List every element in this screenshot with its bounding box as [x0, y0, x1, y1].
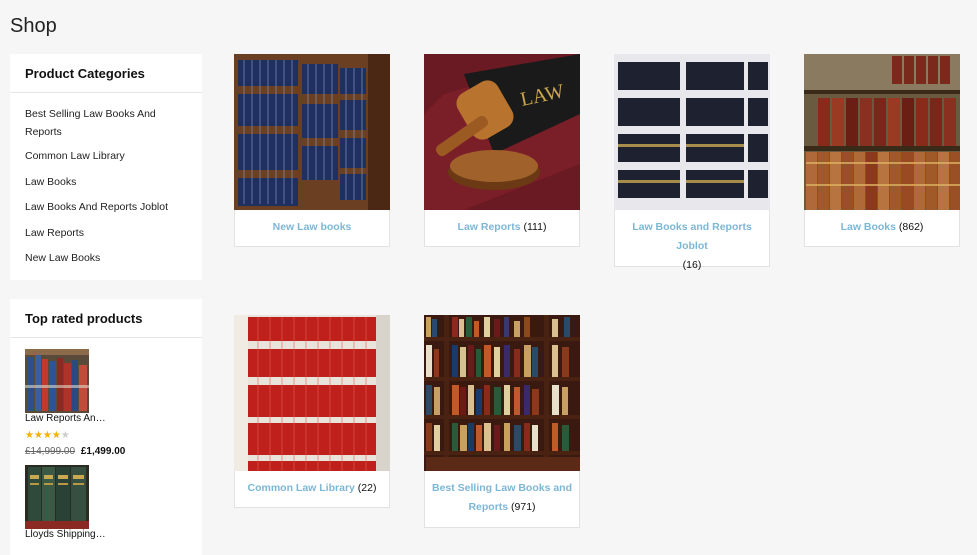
product-name[interactable]: Lloyds Shipping…	[25, 529, 202, 541]
category-count: (111)	[523, 221, 547, 233]
product-name[interactable]: Law Reports An…	[25, 413, 202, 425]
category-image[interactable]	[614, 54, 770, 210]
category-link-joblot[interactable]: Law Books And Reports Joblot	[25, 198, 187, 216]
category-count: (16)	[682, 259, 702, 271]
category-image[interactable]	[424, 315, 580, 471]
category-count: (862)	[898, 221, 924, 233]
category-card-common-law-library[interactable]: Common Law Library (22)	[234, 315, 390, 508]
category-link-new-law-books[interactable]: New Law Books	[25, 249, 187, 267]
category-caption[interactable]: Best Selling Law Books and Reports (971)	[425, 471, 579, 525]
top-rated-title: Top rated products	[10, 299, 202, 338]
category-name[interactable]: Common Law Library	[248, 482, 355, 494]
top-rated-widget: Top rated products Law Reports An… ★★★★★…	[10, 299, 202, 555]
category-name[interactable]: Law Reports	[458, 221, 521, 233]
category-caption[interactable]: Law Reports (111)	[425, 210, 579, 245]
category-card-best-selling[interactable]: Best Selling Law Books and Reports (971)	[424, 315, 580, 528]
category-image[interactable]	[234, 315, 390, 471]
category-link-law-reports[interactable]: Law Reports	[25, 224, 187, 242]
product-categories-title: Product Categories	[10, 54, 202, 93]
category-image[interactable]	[234, 54, 390, 210]
category-name[interactable]: Best Selling Law Books and Reports	[432, 482, 572, 513]
category-name[interactable]: Law Books	[841, 221, 896, 233]
category-caption[interactable]: Law Books and Reports Joblot (16)	[615, 210, 769, 283]
category-card-law-books[interactable]: Law Books (862)	[804, 54, 960, 247]
category-image[interactable]: LAW	[424, 54, 580, 210]
top-rated-product[interactable]: Lloyds Shipping…	[10, 465, 202, 541]
product-categories-widget: Product Categories Best Selling Law Book…	[10, 54, 202, 280]
category-card-law-reports[interactable]: LAW Law Reports (111)	[424, 54, 580, 247]
product-thumbnail[interactable]	[25, 349, 89, 413]
category-name[interactable]: Law Books and Reports Joblot	[632, 221, 752, 252]
category-count: (22)	[357, 482, 377, 494]
new-price: £1,499.00	[80, 446, 126, 457]
category-link-law-books[interactable]: Law Books	[25, 173, 187, 191]
category-list: Best Selling Law Books And Reports Commo…	[10, 93, 202, 267]
category-name[interactable]: New Law books	[273, 221, 352, 233]
category-link-common-law-library[interactable]: Common Law Library	[25, 147, 187, 165]
star-rating: ★★★★★ ★★★★★	[25, 430, 70, 442]
product-price: £14,999.00 £1,499.00	[25, 445, 202, 459]
product-thumbnail[interactable]	[25, 465, 89, 529]
category-count: (971)	[511, 501, 536, 513]
category-image[interactable]	[804, 54, 960, 210]
category-link-best-selling[interactable]: Best Selling Law Books And Reports	[25, 105, 187, 141]
page-title: Shop	[10, 15, 57, 37]
category-caption[interactable]: New Law books	[235, 210, 389, 245]
category-caption[interactable]: Law Books (862)	[805, 210, 959, 245]
old-price: £14,999.00	[25, 446, 76, 457]
category-caption[interactable]: Common Law Library (22)	[235, 471, 389, 506]
category-card-joblot[interactable]: Law Books and Reports Joblot (16)	[614, 54, 770, 271]
star-rating-fill: ★★★★★	[25, 430, 61, 441]
category-card-new-law-books[interactable]: New Law books	[234, 54, 390, 247]
top-rated-product[interactable]: Law Reports An… ★★★★★ ★★★★★ £14,999.00 £…	[10, 349, 202, 459]
